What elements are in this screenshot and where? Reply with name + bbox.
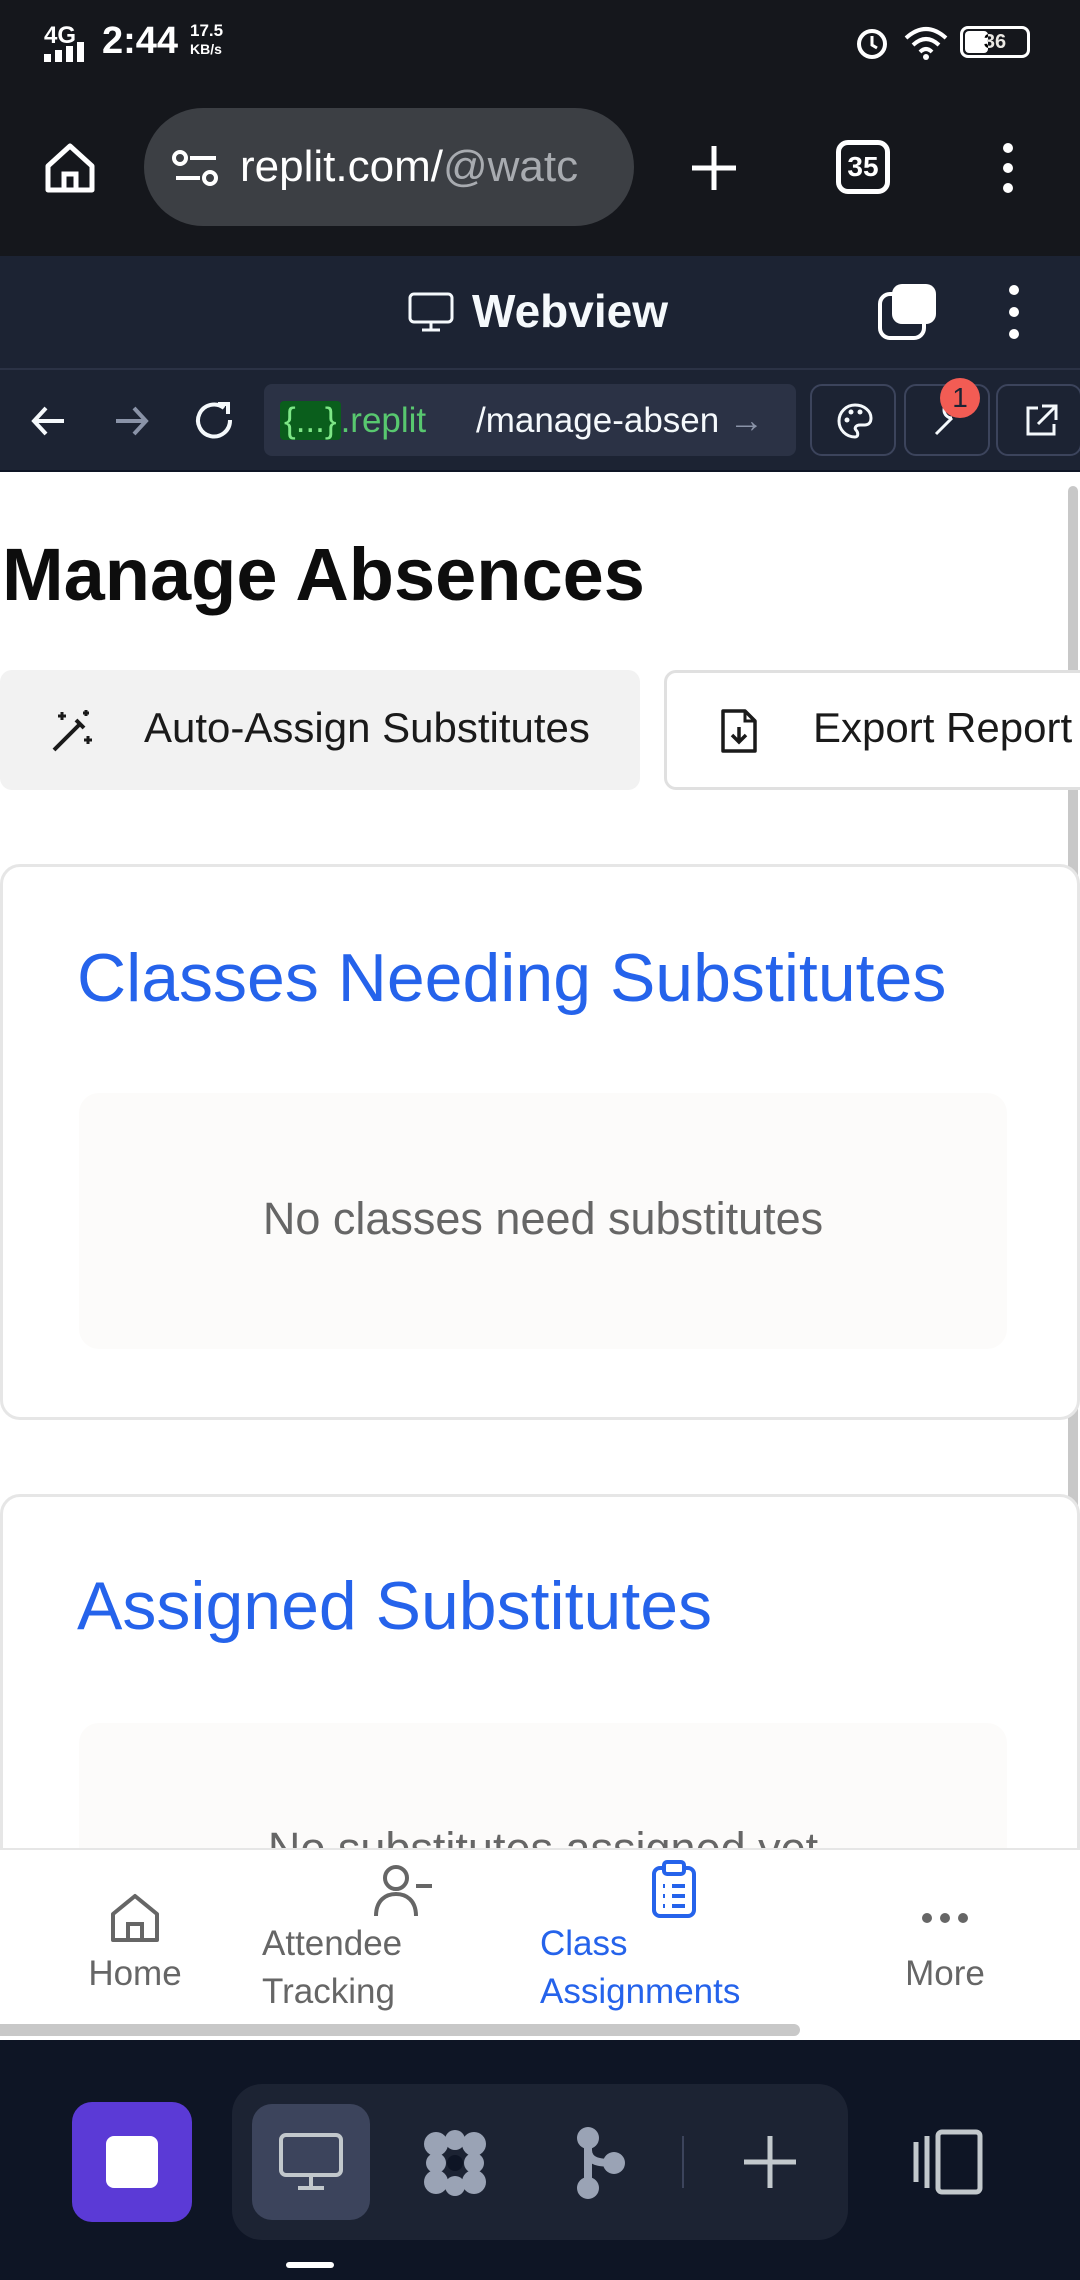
new-tab-icon[interactable] bbox=[686, 140, 742, 196]
clock: 2:44 bbox=[102, 20, 179, 62]
agent-tool-icon[interactable] bbox=[418, 2126, 492, 2200]
alarm-icon bbox=[857, 29, 887, 59]
auto-assign-label: Auto-Assign Substitutes bbox=[144, 704, 590, 751]
git-branch-icon[interactable] bbox=[570, 2126, 630, 2200]
nav-label: More bbox=[905, 1954, 985, 1993]
notification-badge: 1 bbox=[940, 378, 980, 418]
pane-switch-icon[interactable] bbox=[876, 282, 940, 342]
export-report-label: Export Report bbox=[813, 704, 1073, 751]
layout-toggle-icon[interactable] bbox=[910, 2128, 984, 2196]
horizontal-scrollbar[interactable] bbox=[0, 2024, 800, 2036]
nav-item-class-assignments[interactable]: Class Assignments bbox=[540, 1860, 741, 2016]
pane-title: Webview bbox=[472, 285, 668, 337]
forward-arrow-icon[interactable] bbox=[110, 400, 152, 442]
tool-divider bbox=[682, 2136, 684, 2188]
classes-needing-substitutes-card: Classes Needing Substitutes No classes n… bbox=[0, 864, 1080, 1420]
open-external-button[interactable] bbox=[996, 384, 1080, 456]
site-settings-icon[interactable] bbox=[172, 148, 220, 188]
add-tool-icon[interactable] bbox=[740, 2132, 800, 2192]
file-download-icon bbox=[721, 709, 757, 753]
browser-url-text: replit.com/@watc bbox=[240, 142, 579, 191]
nav-item-more[interactable]: More bbox=[880, 1890, 1010, 1994]
more-horizontal-icon bbox=[922, 1913, 968, 1923]
webview-content: Manage Absences Auto-Assign Substitutes … bbox=[0, 472, 1080, 2040]
home-icon[interactable] bbox=[42, 140, 98, 196]
palette-icon bbox=[837, 403, 873, 439]
browser-menu-icon[interactable] bbox=[996, 140, 1020, 196]
browser-url-bar[interactable]: replit.com/@watc bbox=[144, 108, 634, 226]
wifi-icon bbox=[904, 27, 948, 60]
export-report-button[interactable]: Export Report bbox=[664, 670, 1080, 790]
page-title: Manage Absences bbox=[2, 533, 645, 616]
magic-wand-icon bbox=[52, 710, 92, 752]
tab-switcher-button[interactable]: 35 bbox=[836, 140, 890, 194]
section-title: Assigned Substitutes bbox=[77, 1568, 713, 1644]
status-bar: 4G 2:44 17.5 KB/s 36 bbox=[0, 0, 1080, 84]
section-title: Classes Needing Substitutes bbox=[77, 940, 947, 1016]
theme-button[interactable] bbox=[810, 384, 896, 456]
nav-label: Home bbox=[88, 1954, 182, 1993]
user-minus-icon bbox=[374, 1865, 432, 1917]
back-arrow-icon[interactable] bbox=[28, 400, 70, 442]
external-link-icon bbox=[1026, 404, 1058, 436]
home-icon bbox=[111, 1894, 159, 1942]
nav-label: Class Assignments bbox=[540, 1924, 741, 2011]
nav-item-home[interactable]: Home bbox=[60, 1890, 210, 1994]
nav-item-attendee-tracking[interactable]: Attendee Tracking bbox=[262, 1862, 432, 2016]
network-speed: 17.5 KB/s bbox=[190, 21, 224, 58]
webview-tool-button[interactable] bbox=[252, 2104, 370, 2220]
repl-domain: {...} .replit bbox=[280, 401, 426, 441]
signal-icon bbox=[44, 42, 84, 62]
pane-menu-icon[interactable] bbox=[1002, 282, 1026, 342]
stop-icon bbox=[106, 2136, 158, 2188]
empty-state-text: No classes need substitutes bbox=[262, 1193, 824, 1244]
webview-url-path: /manage-absen → bbox=[476, 401, 764, 440]
clipboard-list-icon bbox=[652, 1860, 696, 1918]
battery-indicator: 36 bbox=[960, 26, 1030, 58]
webview-url-field[interactable]: {...} .replit /manage-absen → bbox=[264, 384, 796, 456]
monitor-icon bbox=[408, 292, 454, 332]
stop-button[interactable] bbox=[72, 2102, 192, 2222]
app-bottom-nav: Home Attendee Tracking Class Assignments… bbox=[0, 1848, 1080, 2042]
nav-label: Attendee Tracking bbox=[262, 1924, 403, 2011]
reload-icon[interactable] bbox=[192, 398, 238, 444]
empty-state: No classes need substitutes bbox=[79, 1093, 1007, 1349]
monitor-icon bbox=[279, 2133, 343, 2190]
auto-assign-button[interactable]: Auto-Assign Substitutes bbox=[0, 670, 640, 790]
home-indicator bbox=[286, 2262, 334, 2268]
